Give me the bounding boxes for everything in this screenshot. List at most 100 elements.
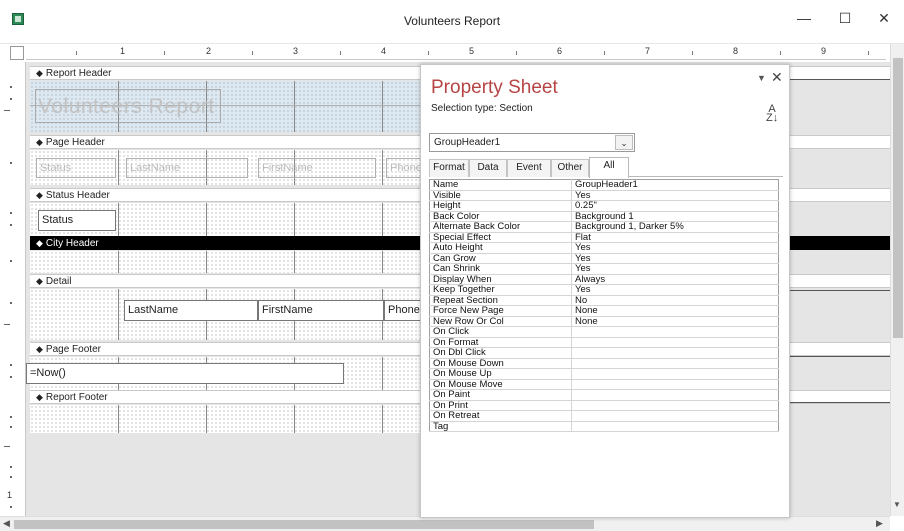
status-header-status-textbox[interactable]: Status (38, 210, 116, 231)
selection-type-label: Selection type: Section (431, 103, 533, 114)
property-row[interactable]: Auto Height Yes (429, 242, 779, 254)
property-value[interactable] (571, 337, 779, 348)
object-selector-dropdown[interactable]: GroupHeader1 ⌄ (429, 133, 635, 152)
property-row[interactable]: On Paint (429, 389, 779, 401)
ruler-dot (10, 416, 12, 418)
property-name: Auto Height (429, 242, 572, 254)
property-row[interactable]: Force New Page None (429, 305, 779, 317)
report-title-label[interactable]: Volunteers Report (35, 89, 221, 123)
property-value[interactable] (571, 379, 779, 390)
vertical-scrollbar[interactable]: ▼ (890, 44, 904, 516)
ruler-number: 9 (821, 46, 827, 56)
ruler-tick (252, 51, 253, 55)
property-value[interactable]: Yes (571, 263, 779, 275)
section-label: Report Footer (45, 392, 108, 403)
property-row[interactable]: Visible Yes (429, 190, 779, 201)
property-row[interactable]: Tag (429, 421, 779, 432)
property-value[interactable] (571, 326, 779, 338)
property-value[interactable] (571, 347, 779, 359)
property-value[interactable] (571, 400, 779, 411)
property-row[interactable]: On Mouse Down (429, 358, 779, 369)
ruler-dot (10, 162, 12, 164)
property-row[interactable]: Back Color Background 1 (429, 211, 779, 222)
property-row[interactable]: On Retreat (429, 410, 779, 422)
property-row[interactable]: Height 0.25" (429, 200, 779, 212)
property-value[interactable] (571, 421, 779, 432)
property-value[interactable]: None (571, 305, 779, 317)
property-row[interactable]: Can Grow Yes (429, 253, 779, 264)
property-value[interactable]: Always (571, 274, 779, 285)
tab-data[interactable]: Data (469, 159, 507, 177)
report-footer-grid[interactable] (30, 405, 442, 433)
scroll-left-arrow-icon[interactable]: ◀ (3, 518, 10, 529)
property-value[interactable]: Flat (571, 232, 779, 243)
city-header-grid[interactable] (30, 251, 442, 273)
section-label: Page Header (45, 137, 105, 148)
property-name: On Dbl Click (429, 347, 572, 359)
sort-az-icon[interactable]: A Z↓ (766, 104, 778, 124)
vertical-scroll-thumb[interactable] (893, 58, 903, 338)
detail-firstname-textbox[interactable]: FirstName (258, 300, 384, 321)
title-bar: Volunteers Report — ☐ ✕ (0, 0, 904, 44)
ruler-number: 1 (120, 46, 126, 56)
property-row[interactable]: On Format (429, 337, 779, 348)
property-row[interactable]: Special Effect Flat (429, 232, 779, 243)
horizontal-ruler[interactable]: 1 2 3 4 5 6 7 8 9 (26, 46, 886, 60)
chevron-down-icon[interactable]: ⌄ (615, 135, 633, 150)
ruler-dash (4, 110, 10, 111)
minimize-button[interactable]: — (787, 6, 821, 30)
tab-other[interactable]: Other (551, 159, 589, 177)
report-selector[interactable] (10, 46, 24, 60)
horizontal-scroll-thumb[interactable] (14, 520, 594, 529)
property-name: Special Effect (429, 232, 572, 243)
property-value[interactable]: GroupHeader1 (571, 179, 779, 191)
property-row[interactable]: Name GroupHeader1 (429, 179, 779, 191)
tab-event[interactable]: Event (507, 159, 551, 177)
property-row[interactable]: On Click (429, 326, 779, 338)
page-header-status-label[interactable]: Status (36, 158, 116, 178)
maximize-button[interactable]: ☐ (828, 6, 862, 30)
property-name: Visible (429, 190, 572, 201)
property-value[interactable]: None (571, 316, 779, 327)
property-value[interactable] (571, 358, 779, 369)
property-row[interactable]: Alternate Back Color Background 1, Darker… (429, 221, 779, 233)
ruler-dot (10, 364, 12, 366)
property-value[interactable] (571, 368, 779, 380)
property-row[interactable]: On Mouse Move (429, 379, 779, 390)
ruler-dot (10, 466, 12, 468)
tab-format[interactable]: Format (429, 159, 469, 177)
property-value[interactable]: 0.25" (571, 200, 779, 212)
property-value[interactable]: Background 1 (571, 211, 779, 222)
page-header-firstname-label[interactable]: FirstName (258, 158, 376, 178)
property-value[interactable] (571, 410, 779, 422)
vertical-ruler[interactable]: 1 (0, 62, 26, 516)
property-value[interactable]: Yes (571, 242, 779, 254)
property-value[interactable]: Yes (571, 284, 779, 296)
property-row[interactable]: Display When Always (429, 274, 779, 285)
detail-lastname-textbox[interactable]: LastName (124, 300, 258, 321)
scroll-right-arrow-icon[interactable]: ▶ (876, 518, 883, 529)
property-row[interactable]: Can Shrink Yes (429, 263, 779, 275)
pane-options-icon[interactable]: ▼ (757, 73, 766, 83)
property-row[interactable]: Repeat Section No (429, 295, 779, 306)
property-value[interactable]: Background 1, Darker 5% (571, 221, 779, 233)
property-row[interactable]: Keep Together Yes (429, 284, 779, 296)
property-name: Keep Together (429, 284, 572, 296)
property-row[interactable]: On Dbl Click (429, 347, 779, 359)
page-footer-now-textbox[interactable]: =Now() (26, 363, 344, 384)
close-button[interactable]: ✕ (867, 6, 901, 30)
ruler-number: 7 (645, 46, 651, 56)
property-sheet-pane: Property Sheet ▼ ✕ Selection type: Secti… (420, 64, 790, 518)
property-value[interactable] (571, 389, 779, 401)
property-value[interactable]: No (571, 295, 779, 306)
page-header-lastname-label[interactable]: LastName (126, 158, 248, 178)
property-row[interactable]: New Row Or Col None (429, 316, 779, 327)
property-value[interactable]: Yes (571, 253, 779, 264)
property-row[interactable]: On Print (429, 400, 779, 411)
property-row[interactable]: On Mouse Up (429, 368, 779, 380)
horizontal-scrollbar[interactable]: ◀ ▶ (0, 516, 890, 531)
tab-all[interactable]: All (589, 157, 629, 178)
scroll-down-arrow-icon[interactable]: ▼ (893, 500, 901, 509)
property-value[interactable]: Yes (571, 190, 779, 201)
pane-close-icon[interactable]: ✕ (771, 69, 783, 86)
